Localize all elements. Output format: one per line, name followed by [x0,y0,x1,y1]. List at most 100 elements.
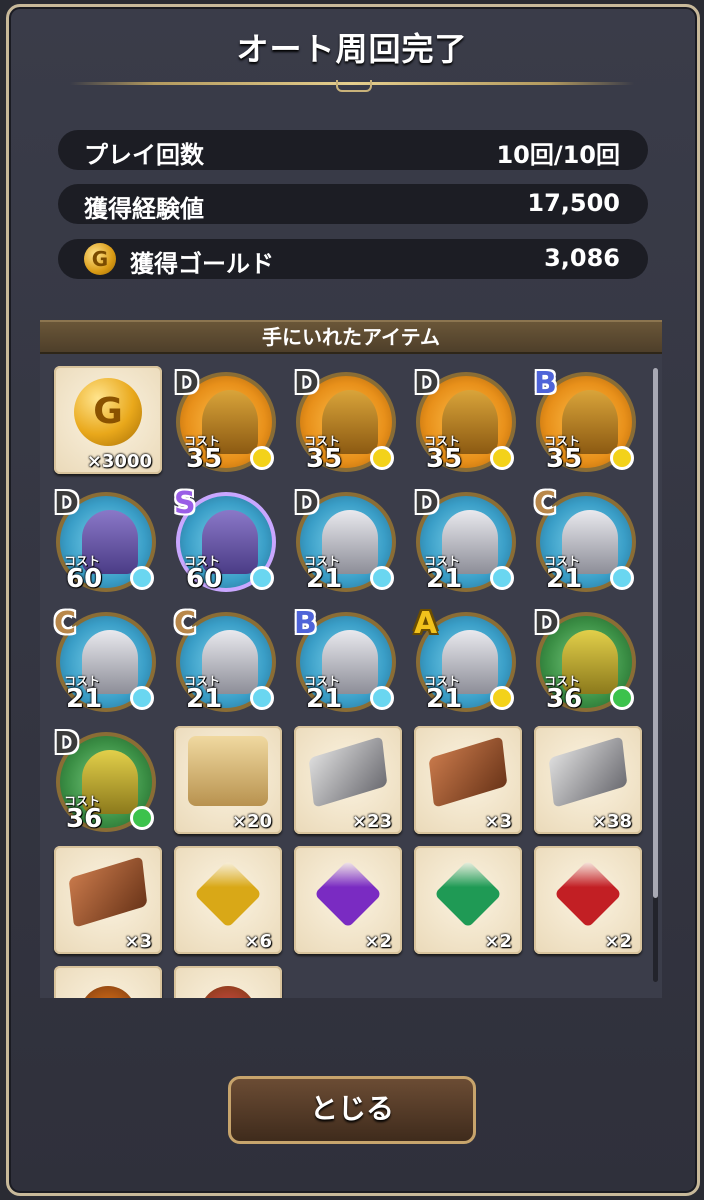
item-slot[interactable]: ×2 [414,846,524,956]
item-quantity: ×6 [244,931,272,952]
rank-badge: D [174,366,199,401]
item-slot[interactable]: D コスト 35 [174,366,284,476]
item-tile: ×3 [414,726,522,834]
item-quantity: ×2 [604,931,632,952]
item-slot[interactable]: D コスト 21 [294,486,404,596]
item-slot[interactable]: A コスト 21 [414,606,524,716]
item-quantity: ×2 [364,931,392,952]
element-gem-icon [490,446,514,470]
gold-coin-icon: G [84,243,116,275]
items-section-header: 手にいれたアイテム [40,320,662,354]
element-gem-icon [130,806,154,830]
cost-value: 36 [66,804,103,834]
shield-ingot-icon [548,736,628,808]
cost-value: 36 [546,684,583,714]
item-tile [174,966,282,998]
item-slot[interactable]: S コスト 60 [174,486,284,596]
item-tile: ×2 [294,846,402,954]
crystal-icon [434,860,502,928]
cost-value: 21 [66,684,103,714]
rank-badge: D [54,486,79,521]
rank-badge: D [54,726,79,761]
element-gem-icon [490,566,514,590]
item-slot[interactable]: D コスト 21 [414,486,524,596]
item-slot[interactable]: D コスト 36 [534,606,644,716]
scroll-icon [188,736,268,806]
element-gem-icon [370,686,394,710]
item-slot[interactable]: C コスト 21 [534,486,644,596]
item-quantity: ×23 [351,811,392,832]
item-slot[interactable]: B コスト 35 [534,366,644,476]
item-slot[interactable]: ×2 [294,846,404,956]
item-slot[interactable]: ×23 [294,726,404,836]
rank-badge: B [534,366,557,401]
item-slot[interactable]: G ×3000 [54,366,164,476]
element-gem-icon [610,566,634,590]
play-count-value: 10回/10回 [496,141,620,169]
item-slot[interactable]: B コスト 21 [294,606,404,716]
exp-value: 17,500 [527,189,620,217]
cost-value: 35 [426,444,463,474]
cost-value: 35 [306,444,343,474]
item-slot[interactable]: D コスト 60 [54,486,164,596]
item-slot[interactable] [54,966,164,998]
element-gem-icon [370,446,394,470]
shield-ingot-icon [68,856,148,928]
item-slot[interactable]: C コスト 21 [174,606,284,716]
cost-value: 21 [426,564,463,594]
play-count-row: プレイ回数 10回/10回 [58,130,648,170]
rank-badge: C [534,486,557,521]
item-quantity: ×20 [231,811,272,832]
crystal-icon [314,860,382,928]
result-title: オート周回完了 [236,30,468,68]
item-tile: ×20 [174,726,282,834]
cost-value: 35 [186,444,223,474]
cost-value: 21 [426,684,463,714]
cost-value: 35 [546,444,583,474]
rank-badge: D [414,366,439,401]
item-slot[interactable]: ×3 [414,726,524,836]
gold-label: 獲得ゴールド [130,250,274,278]
element-gem-icon [130,686,154,710]
item-tile: ×2 [414,846,522,954]
element-gem-icon [250,686,274,710]
item-slot[interactable]: ×6 [174,846,284,956]
close-button[interactable]: とじる [228,1076,476,1144]
gold-value: 3,086 [544,244,620,272]
item-slot[interactable]: D コスト 35 [414,366,524,476]
element-gem-icon [250,446,274,470]
element-gem-icon [370,566,394,590]
play-count-label: プレイ回数 [84,141,204,169]
element-gem-icon [490,686,514,710]
item-slot[interactable]: D コスト 35 [294,366,404,476]
item-slot[interactable]: ×20 [174,726,284,836]
item-tile: ×3 [54,846,162,954]
item-quantity: ×3 [124,931,152,952]
rank-badge: A [414,606,438,641]
item-tile: G ×3000 [54,366,162,474]
item-quantity: ×2 [484,931,512,952]
item-tile: ×38 [534,726,642,834]
rank-badge: C [174,606,197,641]
item-tile: ×2 [534,846,642,954]
item-quantity: ×3000 [86,451,152,472]
cost-value: 21 [306,564,343,594]
rank-badge: D [294,366,319,401]
cost-value: 21 [306,684,343,714]
item-quantity: ×38 [591,811,632,832]
item-tile [54,966,162,998]
rank-badge: C [54,606,77,641]
item-slot[interactable]: ×2 [534,846,644,956]
item-slot[interactable]: C コスト 21 [54,606,164,716]
gold-coin-icon: G [74,378,142,446]
item-slot[interactable]: ×3 [54,846,164,956]
element-gem-icon [250,566,274,590]
exp-label: 獲得経験値 [84,195,204,223]
scrollbar-thumb[interactable] [653,368,658,898]
item-slot[interactable]: D コスト 36 [54,726,164,836]
rank-badge: D [294,486,319,521]
exp-row: 獲得経験値 17,500 [58,184,648,224]
item-slot[interactable] [174,966,284,998]
item-slot[interactable]: ×38 [534,726,644,836]
element-gem-icon [130,566,154,590]
